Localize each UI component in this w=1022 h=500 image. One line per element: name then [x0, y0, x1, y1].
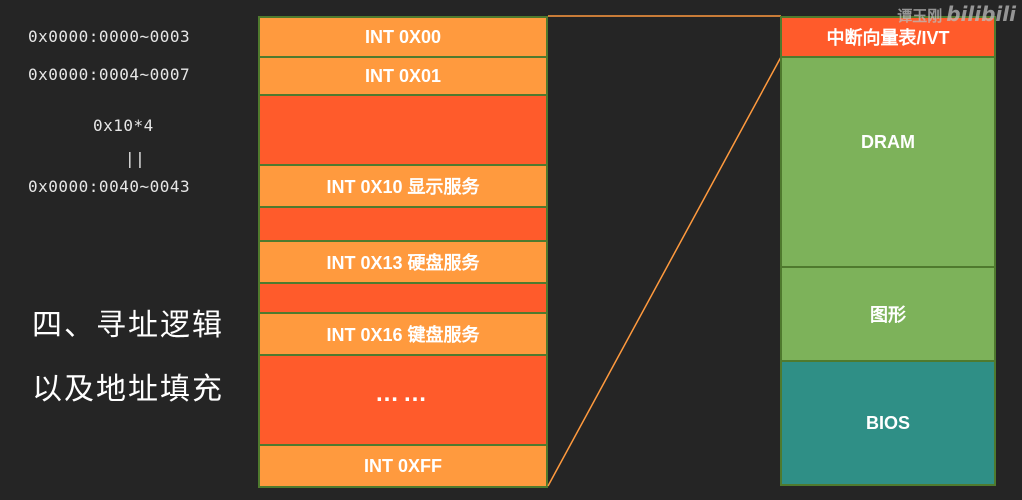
- memory-segment-label: BIOS: [865, 412, 910, 433]
- bilibili-logo: bilibili: [946, 2, 1016, 26]
- memory-segment-graphics: 图形: [780, 266, 996, 362]
- memory-segment-bios: BIOS: [780, 360, 996, 486]
- memory-segment-dram: DRAM: [780, 56, 996, 268]
- connector-bottom-line: [547, 56, 782, 487]
- watermark-author: 谭玉刚: [897, 7, 943, 25]
- memory-segment-label: 中断向量表/IVT: [826, 28, 950, 48]
- memory-segment-label: 图形: [870, 305, 906, 325]
- memory-segment-label: DRAM: [861, 132, 915, 152]
- bilibili-watermark: 谭玉刚 bilibili: [897, 2, 1016, 26]
